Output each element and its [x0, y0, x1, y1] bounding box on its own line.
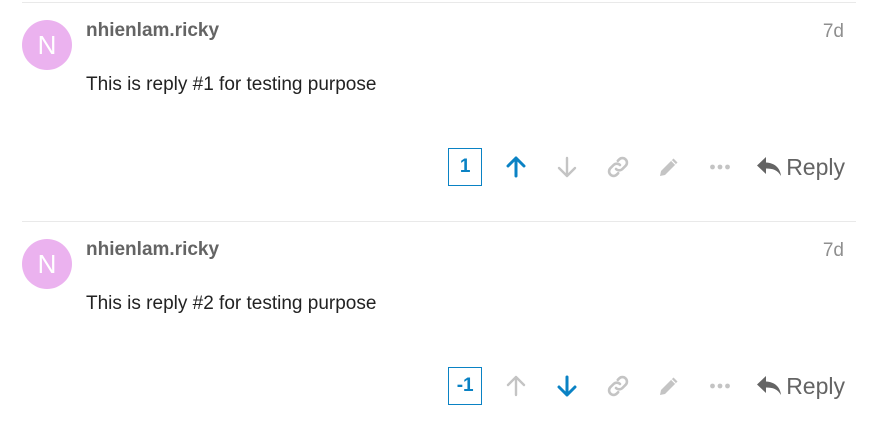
post-actions: -1 Reply	[448, 365, 845, 407]
more-options-button[interactable]	[694, 146, 745, 188]
pencil-icon	[659, 158, 678, 176]
avatar[interactable]: N	[22, 239, 72, 289]
upvote-button[interactable]	[490, 146, 541, 188]
reply-label: Reply	[786, 372, 845, 399]
copy-link-button[interactable]	[592, 146, 643, 188]
post: N nhienlam.ricky 7d This is reply #1 for…	[22, 2, 856, 222]
edit-button[interactable]	[643, 365, 694, 407]
post-date[interactable]: 7d	[823, 240, 844, 262]
downvote-button[interactable]	[541, 146, 592, 188]
link-icon	[607, 375, 628, 397]
avatar[interactable]: N	[22, 20, 72, 70]
vote-score[interactable]: -1	[448, 367, 483, 405]
downvote-button[interactable]	[541, 365, 592, 407]
reply-arrow-icon	[757, 157, 782, 176]
username-link[interactable]: nhienlam.ricky	[86, 20, 219, 42]
reply-button[interactable]: Reply	[755, 154, 845, 181]
upvote-button[interactable]	[490, 365, 541, 407]
reply-arrow-icon	[757, 376, 782, 395]
avatar-letter: N	[37, 249, 57, 279]
avatar-letter: N	[37, 30, 57, 60]
post-actions: 1 Reply	[448, 146, 845, 188]
arrow-up-icon	[506, 156, 526, 178]
arrow-down-icon	[557, 375, 577, 397]
arrow-down-icon	[557, 156, 576, 178]
vote-score[interactable]: 1	[448, 148, 483, 186]
post-body: This is reply #2 for testing purpose	[86, 293, 377, 314]
link-icon	[607, 156, 628, 178]
reply-label: Reply	[786, 153, 845, 180]
reply-button[interactable]: Reply	[755, 373, 845, 400]
edit-button[interactable]	[643, 146, 694, 188]
post-body: This is reply #1 for testing purpose	[86, 74, 377, 95]
pencil-icon	[659, 377, 678, 395]
arrow-up-icon	[506, 375, 525, 397]
copy-link-button[interactable]	[592, 365, 643, 407]
ellipsis-icon	[709, 383, 730, 389]
more-options-button[interactable]	[694, 365, 745, 407]
ellipsis-icon	[709, 164, 730, 170]
post-date[interactable]: 7d	[823, 21, 844, 43]
post: N nhienlam.ricky 7d This is reply #2 for…	[22, 221, 856, 441]
username-link[interactable]: nhienlam.ricky	[86, 239, 219, 261]
